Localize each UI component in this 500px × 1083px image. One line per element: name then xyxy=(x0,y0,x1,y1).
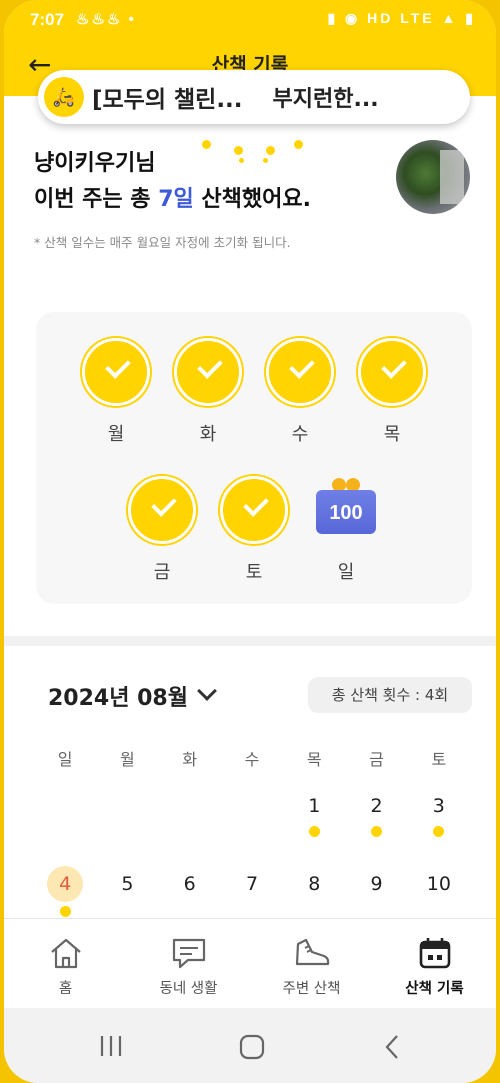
nav-label: 동네 생활 xyxy=(159,981,218,997)
week-prefix: 이번 주는 총 xyxy=(34,187,159,212)
banner-badge-text: 부지런한... xyxy=(272,87,379,112)
day-label: 일 xyxy=(337,562,355,583)
weekly-summary: 냥이키우기님 이번 주는 총 7일 산책했어요. xyxy=(34,146,311,218)
weekday-label: 토 xyxy=(431,750,447,769)
check-icon xyxy=(82,338,150,406)
calendar-day[interactable]: 1 xyxy=(283,788,345,848)
total-walk-count: 총 산책 횟수 : 4회 xyxy=(308,677,472,713)
day-number: 6 xyxy=(183,873,196,895)
user-name: 냥이키우기님 xyxy=(34,151,156,176)
weekday-label: 월 xyxy=(120,750,135,769)
nav-label: 주변 산책 xyxy=(282,981,341,997)
reset-note: * 산책 일수는 매주 월요일 자정에 초기화 됩니다. xyxy=(34,235,291,250)
weekly-count-text: 이번 주는 총 7일 산책했어요. xyxy=(34,182,311,218)
status-bar: 7:07 ♨♨♨ • ▮ ◉ HD LTE ▲ ▮ xyxy=(4,0,496,40)
day-sun[interactable]: 100 일 xyxy=(311,476,381,584)
day-number: 10 xyxy=(426,873,451,895)
day-number: 5 xyxy=(121,873,134,895)
calendar-day-empty xyxy=(159,788,221,848)
weekly-check-card: 월 화 수 목 금 토 100 일 xyxy=(36,312,472,604)
day-fri: 금 xyxy=(127,476,197,584)
system-status-icons: ▮ ◉ HD LTE ▲ ▮ xyxy=(327,10,476,26)
weekday-label: 일 xyxy=(57,750,73,769)
banner-challenge-text: [모두의 챌린... xyxy=(92,87,243,113)
calendar-day-empty xyxy=(34,788,96,848)
day-number: 4 xyxy=(47,866,84,902)
week-suffix: 산책했어요. xyxy=(193,187,311,212)
calendar-day[interactable]: 5 xyxy=(96,866,158,926)
weekday-label: 화 xyxy=(182,750,198,769)
calendar-day[interactable]: 8 xyxy=(283,866,345,926)
day-mon: 월 xyxy=(81,338,151,446)
calendar-icon xyxy=(373,935,496,971)
sneaker-icon xyxy=(250,935,373,971)
recent-apps-icon[interactable] xyxy=(98,1034,124,1062)
chevron-down-icon[interactable] xyxy=(197,681,217,701)
day-number: 3 xyxy=(432,795,445,817)
day-number: 9 xyxy=(370,873,383,895)
app-screen: 7:07 ♨♨♨ • ▮ ◉ HD LTE ▲ ▮ ← 산책 기록 🛵 [모두의… xyxy=(4,0,496,1083)
month-selector[interactable]: 2024년 08월 xyxy=(48,680,188,712)
nav-home[interactable]: 홈 xyxy=(4,919,127,1008)
home-icon xyxy=(4,935,127,971)
day-number: 2 xyxy=(370,795,383,817)
day-label: 화 xyxy=(199,424,217,445)
day-number: 1 xyxy=(308,795,321,817)
weekday-label: 금 xyxy=(369,750,384,769)
gift-points: 100 xyxy=(316,490,376,534)
day-wed: 수 xyxy=(265,338,335,446)
status-time: 7:07 xyxy=(30,10,65,29)
day-tue: 화 xyxy=(173,338,243,446)
walk-dot xyxy=(59,906,71,917)
chat-icon xyxy=(127,935,250,971)
calendar-day-empty xyxy=(96,788,158,848)
calendar-day-empty xyxy=(221,788,283,848)
calendar-day[interactable]: 7 xyxy=(221,866,283,926)
gift-box-icon[interactable]: 100 xyxy=(314,476,378,536)
day-label: 수 xyxy=(291,424,309,445)
walk-dot xyxy=(433,826,445,837)
calendar-day[interactable]: 6 xyxy=(159,866,221,926)
nav-label: 산책 기록 xyxy=(405,981,464,997)
challenge-banner[interactable]: 🛵 [모두의 챌린... 부지런한... xyxy=(38,70,470,124)
back-button-icon[interactable] xyxy=(382,1034,402,1064)
nav-walk-record[interactable]: 산책 기록 xyxy=(373,919,496,1008)
nav-nearby-walk[interactable]: 주변 산책 xyxy=(250,919,373,1008)
notification-icons: ♨♨♨ • xyxy=(76,11,136,28)
day-label: 목 xyxy=(383,424,401,445)
week-count: 7일 xyxy=(158,187,194,212)
day-label: 토 xyxy=(245,562,263,583)
day-label: 금 xyxy=(153,562,171,583)
day-number: 7 xyxy=(245,873,259,895)
calendar-week-row: 1 2 3 xyxy=(34,788,470,848)
calendar-day[interactable]: 2 xyxy=(345,788,407,848)
walk-dot xyxy=(371,826,383,837)
system-navigation-bar xyxy=(4,1008,496,1083)
bottom-navigation: 홈 동네 생활 주변 산책 산책 기록 xyxy=(4,918,496,1008)
calendar-week-row: 4 5 6 7 8 9 10 xyxy=(34,866,470,926)
check-icon xyxy=(266,338,334,406)
section-divider xyxy=(4,636,496,646)
calendar-weekday-header: 일 월 화 수 목 금 토 xyxy=(34,746,470,770)
day-thu: 목 xyxy=(357,338,427,446)
day-label: 월 xyxy=(107,424,125,445)
home-button-icon[interactable] xyxy=(238,1034,266,1064)
check-icon xyxy=(128,476,196,544)
calendar-day[interactable]: 3 xyxy=(408,788,470,848)
check-icon xyxy=(174,338,242,406)
day-sat: 토 xyxy=(219,476,289,584)
day-number: 8 xyxy=(308,873,321,895)
calendar-day[interactable]: 10 xyxy=(408,866,470,926)
weekday-label: 목 xyxy=(306,750,322,769)
profile-photo[interactable] xyxy=(396,140,470,214)
nav-label: 홈 xyxy=(58,981,73,997)
scooter-icon: 🛵 xyxy=(44,77,84,117)
calendar-day[interactable]: 9 xyxy=(345,866,407,926)
calendar-day-today[interactable]: 4 xyxy=(34,866,96,926)
nav-community[interactable]: 동네 생활 xyxy=(127,919,250,1008)
check-icon xyxy=(358,338,426,406)
check-icon xyxy=(220,476,288,544)
walk-dot xyxy=(308,826,320,837)
weekday-label: 수 xyxy=(244,750,260,769)
